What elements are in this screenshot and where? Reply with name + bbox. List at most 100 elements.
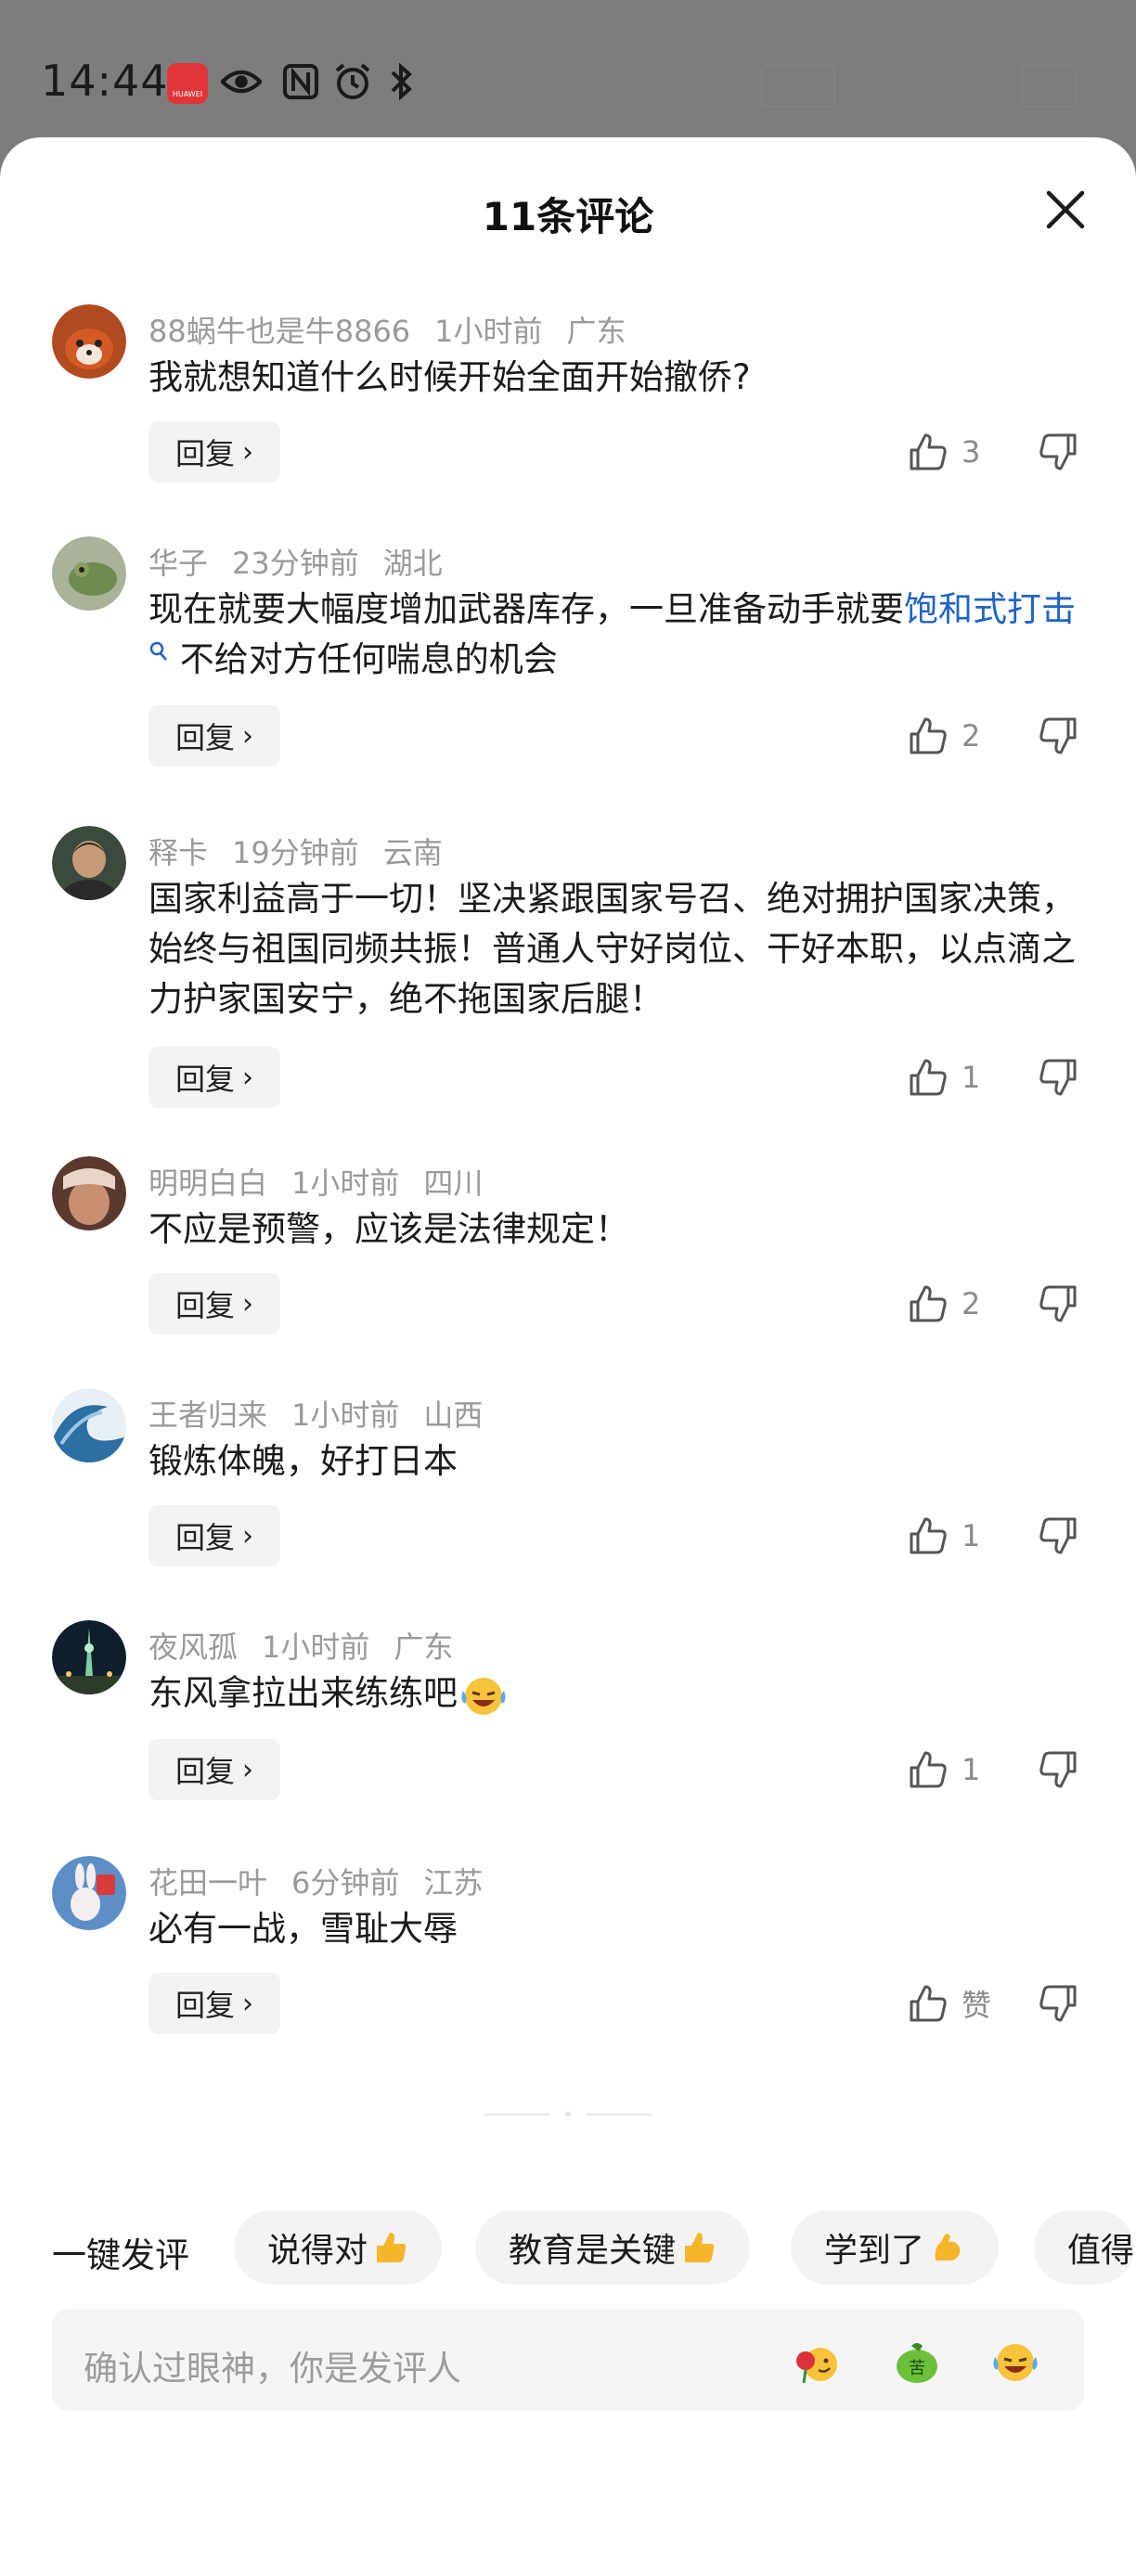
- list-end-indicator: [484, 2110, 652, 2118]
- thumbs-up-icon: [910, 1285, 947, 1322]
- dislike-button[interactable]: [1038, 1973, 1078, 2034]
- thumbs-up-icon: [910, 1985, 947, 2022]
- comment-username[interactable]: 释卡: [148, 835, 208, 870]
- like-button[interactable]: 1: [908, 1505, 988, 1566]
- reply-button[interactable]: 回复 ›: [148, 1505, 280, 1566]
- comment-location: 云南: [382, 835, 443, 870]
- comment-text: 东风拿拉出来练练吧: [148, 1668, 1086, 1719]
- dislike-button[interactable]: [1038, 1739, 1078, 1800]
- reply-label: 回复: [174, 436, 235, 471]
- signal-placeholder: [761, 65, 835, 108]
- laughing-crying-emoji-icon[interactable]: [989, 2337, 1041, 2389]
- comment-time: 1小时前: [434, 314, 543, 349]
- comment-text: 必有一战，雪耻大辱: [148, 1909, 458, 1949]
- comment-location: 湖北: [382, 546, 443, 581]
- svg-text:苦: 苦: [909, 2359, 925, 2378]
- like-button[interactable]: 1: [908, 1739, 988, 1800]
- comment-meta: 明明白白 1小时前 四川: [148, 1160, 507, 1203]
- quick-chip[interactable]: 说得对: [234, 2210, 443, 2285]
- reply-label: 回复: [174, 1754, 235, 1789]
- comment-time: 1小时前: [291, 1397, 400, 1433]
- close-button[interactable]: [1043, 187, 1088, 232]
- comment-meta: 释卡 19分钟前 云南: [148, 830, 467, 872]
- avatar[interactable]: [52, 1620, 126, 1694]
- comment-location: 江苏: [423, 1865, 484, 1900]
- reply-button[interactable]: 回复 ›: [148, 421, 280, 483]
- comment-location: 广东: [394, 1629, 454, 1665]
- reply-button[interactable]: 回复 ›: [148, 1739, 280, 1800]
- thumbs-down-icon: [1039, 433, 1077, 470]
- chevron-right-icon: ›: [242, 1987, 253, 2020]
- like-button[interactable]: 3: [908, 421, 988, 483]
- reply-label: 回复: [174, 1520, 235, 1555]
- quick-comment-label: 一键发评: [52, 2235, 189, 2275]
- comment-meta: 华子 23分钟前 湖北: [148, 540, 467, 583]
- comment-username[interactable]: 明明白白: [148, 1166, 267, 1201]
- like-button[interactable]: 赞: [908, 1973, 991, 2034]
- status-bar: 14:44 HUAWEI: [0, 0, 1136, 139]
- thumbs-up-icon: [910, 1059, 947, 1096]
- like-count: 1: [962, 1518, 981, 1553]
- avatar[interactable]: [52, 826, 126, 900]
- comment-username[interactable]: 花田一叶: [148, 1865, 267, 1900]
- comment-text: 锻炼体魄，好打日本: [148, 1441, 458, 1481]
- quick-chip[interactable]: 值得: [1034, 2210, 1135, 2285]
- dislike-button[interactable]: [1038, 1505, 1078, 1566]
- rose-emoji-icon[interactable]: [791, 2337, 843, 2389]
- like-button[interactable]: 1: [908, 1047, 988, 1108]
- comment-location: 四川: [423, 1166, 484, 1201]
- bitter-melon-emoji-icon[interactable]: 苦: [891, 2337, 943, 2389]
- bluetooth-icon: [381, 61, 421, 102]
- huawei-app-icon: HUAWEI: [167, 63, 208, 104]
- like-count: 1: [962, 1060, 981, 1095]
- chevron-right-icon: ›: [242, 719, 253, 753]
- comment-meta: 王者归来 1小时前 山西: [148, 1392, 507, 1435]
- sheet-title: 11条评论: [482, 194, 654, 239]
- alarm-icon: [332, 61, 373, 102]
- search-icon: [149, 641, 167, 661]
- like-button[interactable]: 2: [908, 1273, 988, 1334]
- chevron-right-icon: ›: [242, 1753, 253, 1786]
- thumbs-down-icon: [1039, 1059, 1077, 1096]
- thumbs-up-icon: [910, 717, 947, 754]
- reply-label: 回复: [174, 1062, 235, 1097]
- dislike-button[interactable]: [1038, 1273, 1078, 1334]
- avatar[interactable]: [52, 1388, 126, 1462]
- quick-chip[interactable]: 学到了: [791, 2210, 1000, 2285]
- dislike-button[interactable]: [1038, 1047, 1078, 1108]
- thumbs-up-emoji-icon: [685, 2233, 715, 2262]
- chevron-right-icon: ›: [242, 1287, 253, 1320]
- comment-input-placeholder: 确认过眼神，你是发评人: [84, 2349, 461, 2389]
- comment-username[interactable]: 华子: [148, 546, 208, 581]
- chevron-right-icon: ›: [242, 1519, 253, 1552]
- comment-text: 不应是预警，应该是法律规定！: [148, 1209, 629, 1249]
- avatar[interactable]: [52, 1856, 126, 1930]
- thumbs-up-icon: [910, 433, 947, 470]
- comment-input[interactable]: 确认过眼神，你是发评人 苦: [52, 2309, 1084, 2411]
- reply-button[interactable]: 回复 ›: [148, 1973, 280, 2034]
- thumbs-up-emoji-icon: [377, 2233, 407, 2262]
- reply-button[interactable]: 回复 ›: [148, 705, 280, 766]
- thumbs-down-icon: [1039, 1517, 1077, 1554]
- reply-button[interactable]: 回复 ›: [148, 1047, 280, 1108]
- comment-time: 1小时前: [262, 1629, 370, 1665]
- like-button[interactable]: 2: [908, 705, 988, 766]
- quick-chip[interactable]: 教育是关键: [475, 2210, 751, 2285]
- comment-username[interactable]: 王者归来: [148, 1397, 267, 1433]
- comment-username[interactable]: 夜风孤: [148, 1629, 238, 1665]
- like-count: 3: [962, 434, 981, 470]
- avatar[interactable]: [52, 536, 126, 611]
- thumbs-down-icon: [1039, 1751, 1077, 1788]
- status-time: 14:44: [41, 56, 169, 106]
- comment-location: 山西: [423, 1397, 484, 1433]
- avatar[interactable]: [52, 304, 126, 379]
- reply-label: 回复: [174, 1988, 235, 2023]
- comment-time: 6分钟前: [291, 1865, 400, 1900]
- reply-button[interactable]: 回复 ›: [148, 1273, 280, 1334]
- comment-time: 19分钟前: [232, 835, 359, 870]
- dislike-button[interactable]: [1038, 705, 1078, 766]
- dislike-button[interactable]: [1038, 421, 1078, 483]
- comment-username[interactable]: 88蜗牛也是牛8866: [148, 314, 410, 349]
- avatar[interactable]: [52, 1156, 126, 1230]
- comment-time: 23分钟前: [232, 546, 359, 581]
